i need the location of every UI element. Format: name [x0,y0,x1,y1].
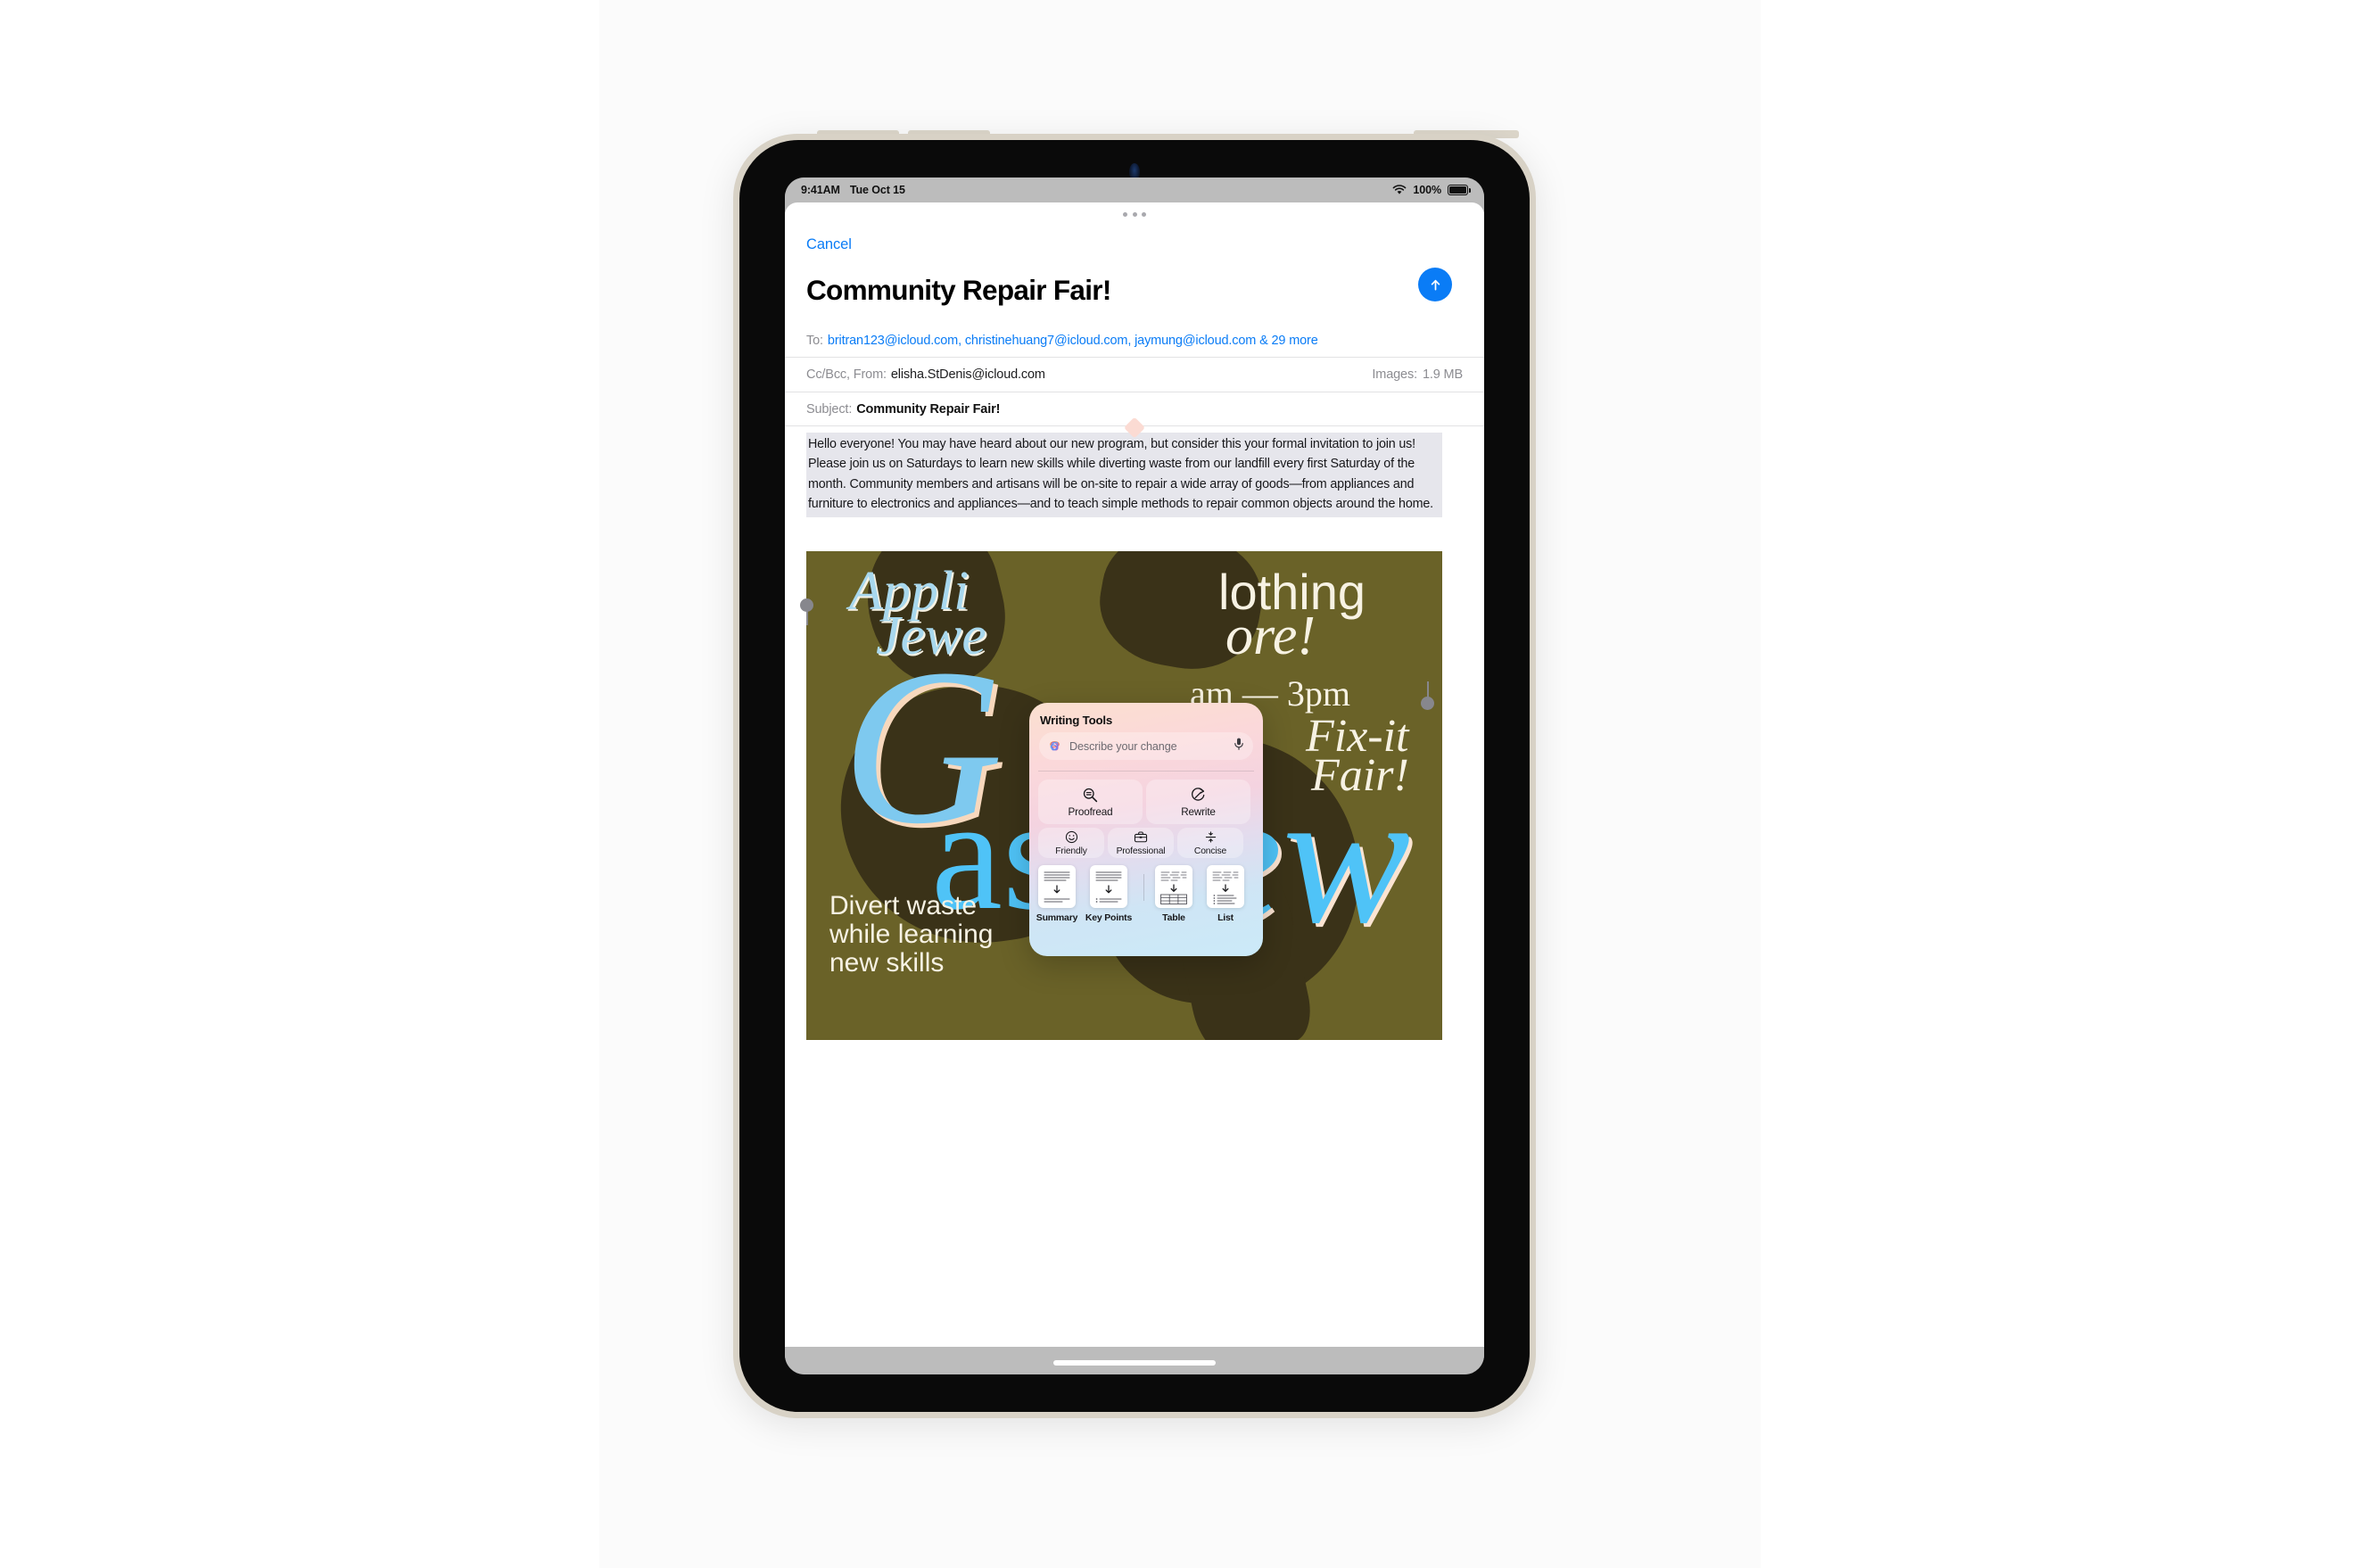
more-dots-icon[interactable] [1123,212,1146,217]
describe-change-input[interactable]: Describe your change [1039,732,1253,760]
document-table-icon [1155,865,1192,908]
poster-line-more: ore! [1225,606,1316,666]
poster-fixit-line2: Fair! [1311,750,1409,801]
mail-body-area[interactable]: Hello everyone! You may have heard about… [785,417,1484,1347]
rewrite-button[interactable]: Rewrite [1146,780,1250,824]
mail-compose-sheet: Cancel Community Repair Fair! To: britra… [785,202,1484,1347]
writing-tools-panel: Writing Tools Describe your change Proof… [1029,703,1263,956]
rewrite-label: Rewrite [1181,805,1216,818]
selection-handle-end[interactable] [1421,681,1434,710]
compress-arrows-icon [1205,830,1216,843]
home-indicator-area [785,1347,1484,1374]
battery-percent-label: 100% [1413,184,1441,196]
battery-icon [1448,185,1471,195]
ipad-screen: 9:41AM Tue Oct 15 100% Cancel Community … [785,177,1484,1374]
apple-intelligence-icon [1050,740,1060,751]
from-address[interactable]: elisha.StDenis@icloud.com [891,367,1045,382]
status-bar: 9:41AM Tue Oct 15 100% [785,177,1484,202]
rewrite-circular-arrow-icon [1192,787,1205,801]
images-label: Images: [1372,367,1417,382]
document-list-icon [1207,865,1244,908]
page-title: Community Repair Fair! [806,273,1111,306]
writing-tools-divider [1038,771,1254,772]
subject-label: Subject: [806,401,853,417]
magnifier-equals-icon [1083,788,1098,802]
friendly-label: Friendly [1055,846,1087,856]
ipad-device: 9:41AM Tue Oct 15 100% Cancel Community … [733,134,1536,1418]
format-separator [1143,874,1144,901]
proofread-label: Proofread [1068,805,1113,818]
friendly-tone-button[interactable]: Friendly [1038,828,1104,858]
table-label: Table [1162,912,1185,923]
home-indicator[interactable] [1053,1360,1216,1366]
microphone-icon[interactable] [1233,737,1245,755]
status-date: Tue Oct 15 [849,184,905,196]
poster-tagline-3: new skills [829,948,945,978]
arrow-up-icon [1431,279,1440,290]
document-summary-icon [1038,865,1076,908]
proofread-button[interactable]: Proofread [1038,780,1143,824]
briefcase-icon [1134,830,1148,842]
writing-tools-title: Writing Tools [1040,714,1113,727]
key-points-format-button[interactable]: Key Points [1084,865,1134,923]
to-label: To: [806,333,823,348]
professional-tone-button[interactable]: Professional [1108,828,1174,858]
summary-label: Summary [1036,912,1078,923]
describe-change-placeholder: Describe your change [1069,739,1177,753]
document-key-points-icon [1090,865,1127,908]
cc-from-label: Cc/Bcc, From: [806,367,887,382]
poster-tagline-1: Divert waste [829,891,978,920]
status-time: 9:41AM [801,184,840,196]
poster-tagline-2: while learning [829,920,994,949]
cancel-button[interactable]: Cancel [806,236,852,253]
table-format-button[interactable]: Table [1149,865,1199,923]
subject-value[interactable]: Community Repair Fair! [856,402,1000,417]
summary-format-button[interactable]: Summary [1032,865,1082,923]
device-bezel: 9:41AM Tue Oct 15 100% Cancel Community … [739,140,1530,1412]
smiley-face-icon [1065,830,1077,843]
professional-label: Professional [1116,846,1166,856]
list-format-button[interactable]: List [1201,865,1250,923]
images-size: 1.9 MB [1422,367,1463,382]
screenshot-canvas: 9:41AM Tue Oct 15 100% Cancel Community … [0,0,2360,1568]
cc-from-field-row[interactable]: Cc/Bcc, From: elisha.StDenis@icloud.com … [785,358,1484,392]
key-points-label: Key Points [1085,912,1133,923]
wifi-icon [1393,185,1407,194]
concise-tone-button[interactable]: Concise [1177,828,1243,858]
send-button[interactable] [1418,268,1452,301]
to-field-row[interactable]: To: britran123@icloud.com, christinehuan… [785,324,1484,358]
mail-body-text[interactable]: Hello everyone! You may have heard about… [806,433,1442,517]
selection-handle-start[interactable] [800,598,813,625]
concise-label: Concise [1193,846,1227,856]
to-recipients[interactable]: britran123@icloud.com, christinehuang7@i… [828,334,1318,348]
list-label: List [1217,912,1234,923]
compose-title-row: Community Repair Fair! [806,262,1463,318]
